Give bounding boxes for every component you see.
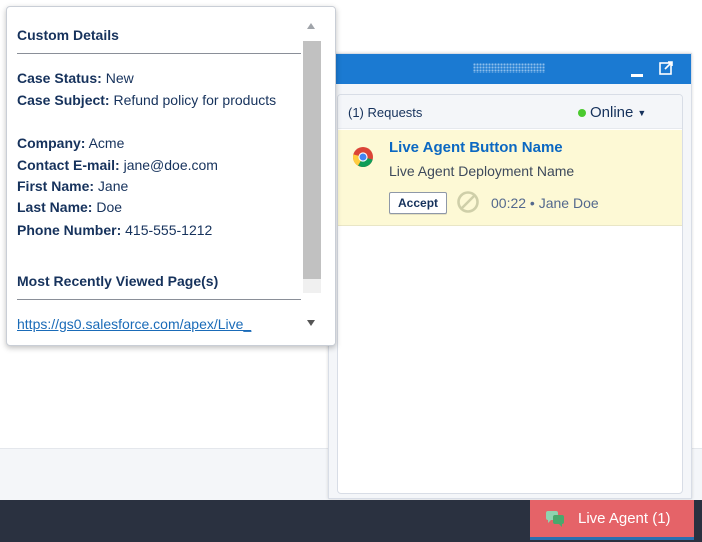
requests-card: (1) Requests Online ▼ Live Agent Button … bbox=[337, 94, 683, 494]
minimize-icon[interactable] bbox=[631, 64, 643, 78]
divider bbox=[17, 53, 301, 54]
custom-details-title: Custom Details bbox=[17, 27, 119, 43]
field-label: Last Name: bbox=[17, 199, 93, 215]
field-value: Doe bbox=[96, 199, 123, 215]
request-wait-time: 00:22 • Jane Doe bbox=[491, 195, 599, 211]
recent-pages-title: Most Recently Viewed Page(s) bbox=[17, 273, 219, 289]
decline-icon[interactable] bbox=[456, 190, 480, 214]
field-first-name: First Name: Jane bbox=[17, 176, 297, 197]
field-case-subject: Case Subject: Refund policy for products bbox=[17, 90, 297, 111]
field-label: Company: bbox=[17, 135, 86, 151]
live-agent-tab-label: Live Agent (1) bbox=[578, 510, 671, 527]
recent-page-link[interactable]: https://gs0.salesforce.com/apex/Live_ bbox=[17, 316, 297, 332]
request-deployment-name: Live Agent Deployment Name bbox=[389, 163, 575, 179]
requests-header: (1) Requests Online ▼ bbox=[338, 95, 682, 129]
divider bbox=[17, 299, 301, 300]
scrollbar[interactable] bbox=[301, 7, 335, 345]
request-button-name[interactable]: Live Agent Button Name bbox=[389, 139, 563, 156]
field-value: Jane bbox=[97, 178, 129, 194]
chrome-browser-icon bbox=[352, 147, 373, 168]
accept-button[interactable]: Accept bbox=[389, 192, 448, 214]
field-case-status: Case Status: New bbox=[17, 68, 297, 89]
online-status-icon bbox=[578, 108, 586, 117]
status-label: Online bbox=[590, 104, 634, 121]
field-label: Case Status: bbox=[17, 70, 102, 86]
field-contact-email: Contact E-mail: jane@doe.com bbox=[17, 155, 297, 176]
status-dropdown[interactable]: Online ▼ bbox=[578, 104, 646, 121]
custom-details-popover: Custom Details Case Status: New Case Sub… bbox=[6, 6, 336, 346]
live-agent-panel: (1) Requests Online ▼ Live Agent Button … bbox=[328, 53, 692, 499]
field-label: First Name: bbox=[17, 178, 95, 194]
drag-handle[interactable] bbox=[473, 63, 545, 73]
live-agent-header[interactable] bbox=[329, 54, 691, 84]
chevron-down-icon: ▼ bbox=[637, 107, 647, 118]
field-company: Company: Acme bbox=[17, 133, 297, 154]
chat-icon bbox=[546, 510, 564, 527]
field-value: Refund policy for products bbox=[113, 92, 277, 108]
field-phone-number: Phone Number: 415-555-1212 bbox=[17, 220, 297, 241]
custom-details-content: Custom Details Case Status: New Case Sub… bbox=[17, 7, 301, 345]
scroll-down-arrow-icon[interactable] bbox=[307, 320, 315, 326]
field-value: 415-555-1212 bbox=[125, 222, 213, 238]
field-last-name: Last Name: Doe bbox=[17, 197, 297, 218]
field-value: Acme bbox=[88, 135, 125, 151]
scroll-thumb[interactable] bbox=[303, 41, 321, 279]
field-label: Case Subject: bbox=[17, 92, 110, 108]
requests-count: (1) Requests bbox=[348, 105, 423, 120]
field-label: Phone Number: bbox=[17, 222, 122, 238]
request-item[interactable]: Live Agent Button Name Live Agent Deploy… bbox=[338, 130, 682, 226]
live-agent-utility-tab[interactable]: Live Agent (1) bbox=[530, 500, 694, 540]
field-value: jane@doe.com bbox=[123, 157, 218, 173]
field-value: New bbox=[105, 70, 134, 86]
popout-icon[interactable] bbox=[659, 61, 673, 75]
scroll-up-arrow-icon[interactable] bbox=[307, 23, 315, 29]
field-label: Contact E-mail: bbox=[17, 157, 120, 173]
